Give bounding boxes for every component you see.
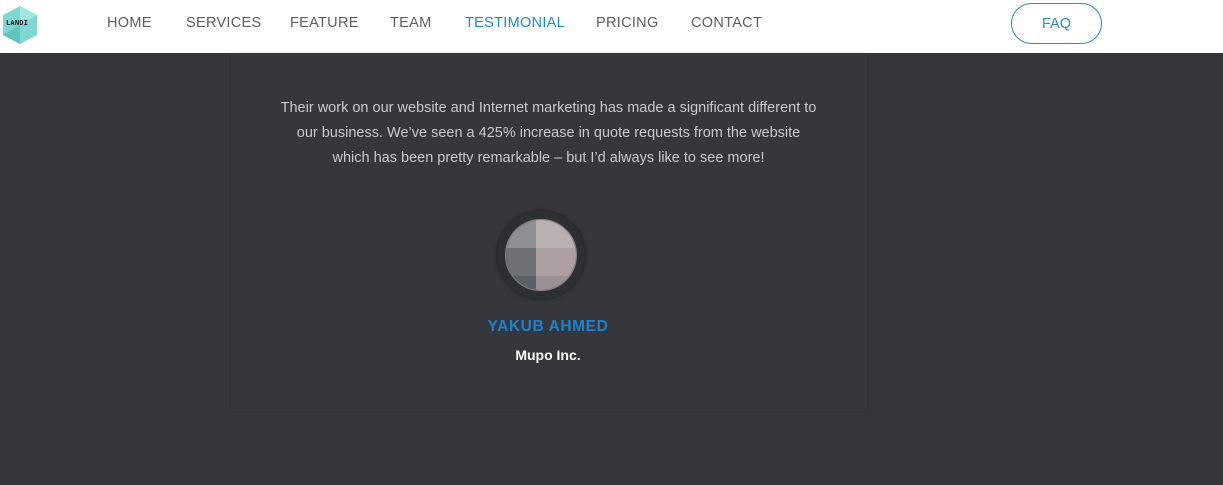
faq-button[interactable]: FAQ xyxy=(1011,3,1102,44)
avatar-frame xyxy=(497,211,585,299)
top-navbar: LANDI HOME SERVICES FEATURE TEAM TESTIMO… xyxy=(0,0,1223,53)
nav-contact[interactable]: CONTACT xyxy=(691,15,762,31)
testimonial-author-company: Mupo Inc. xyxy=(515,347,581,363)
testimonial-author-name: YAKUB AHMED xyxy=(487,318,609,335)
nav-home[interactable]: HOME xyxy=(107,15,152,31)
avatar xyxy=(505,219,577,291)
logo[interactable]: LANDI xyxy=(2,5,38,45)
nav-pricing[interactable]: PRICING xyxy=(596,15,659,31)
logo-text: LANDI xyxy=(6,19,29,27)
nav-team[interactable]: TEAM xyxy=(390,15,431,31)
testimonial-quote: Their work on our website and Internet m… xyxy=(280,100,817,166)
nav-feature[interactable]: FEATURE xyxy=(290,15,359,31)
nav-services[interactable]: SERVICES xyxy=(186,15,261,31)
nav-testimonial[interactable]: TESTIMONIAL xyxy=(465,15,565,31)
